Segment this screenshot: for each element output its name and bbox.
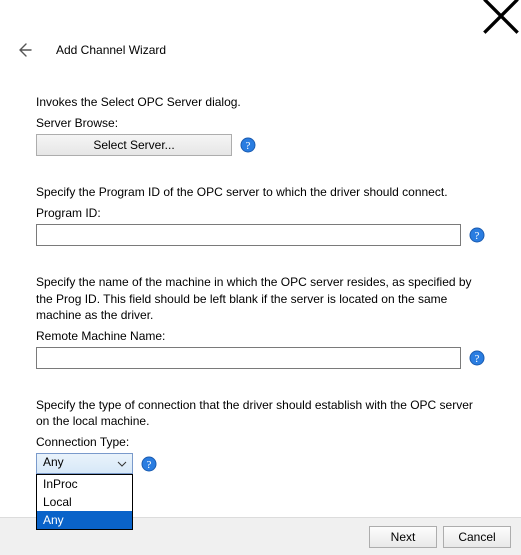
- cancel-button[interactable]: Cancel: [443, 526, 511, 548]
- program-id-label: Program ID:: [36, 206, 485, 220]
- connection-type-desc: Specify the type of connection that the …: [36, 397, 485, 429]
- help-icon[interactable]: ?: [240, 137, 256, 153]
- remote-machine-label: Remote Machine Name:: [36, 329, 485, 343]
- svg-text:?: ?: [246, 140, 251, 152]
- page-title: Add Channel Wizard: [56, 43, 166, 57]
- connection-type-option-any[interactable]: Any: [37, 511, 132, 529]
- close-button[interactable]: [481, 2, 521, 30]
- svg-text:?: ?: [147, 459, 152, 471]
- help-icon[interactable]: ?: [141, 456, 157, 472]
- connection-type-selected-value: Any: [43, 455, 64, 469]
- next-button[interactable]: Next: [369, 526, 437, 548]
- remote-machine-input[interactable]: [36, 347, 461, 369]
- connection-type-dropdown[interactable]: InProc Local Any: [36, 474, 133, 530]
- connection-type-select[interactable]: Any: [36, 453, 133, 474]
- help-icon[interactable]: ?: [469, 350, 485, 366]
- help-icon[interactable]: ?: [469, 227, 485, 243]
- server-browse-desc: Invokes the Select OPC Server dialog.: [36, 94, 485, 110]
- remote-machine-desc: Specify the name of the machine in which…: [36, 274, 485, 323]
- connection-type-option-inproc[interactable]: InProc: [37, 475, 132, 493]
- connection-type-label: Connection Type:: [36, 435, 485, 449]
- connection-type-option-local[interactable]: Local: [37, 493, 132, 511]
- svg-text:?: ?: [475, 230, 480, 242]
- select-server-button[interactable]: Select Server...: [36, 134, 232, 156]
- program-id-desc: Specify the Program ID of the OPC server…: [36, 184, 485, 200]
- svg-text:?: ?: [475, 353, 480, 365]
- server-browse-label: Server Browse:: [36, 116, 485, 130]
- chevron-down-icon: [114, 454, 130, 473]
- back-button[interactable]: [14, 40, 34, 60]
- program-id-input[interactable]: [36, 224, 461, 246]
